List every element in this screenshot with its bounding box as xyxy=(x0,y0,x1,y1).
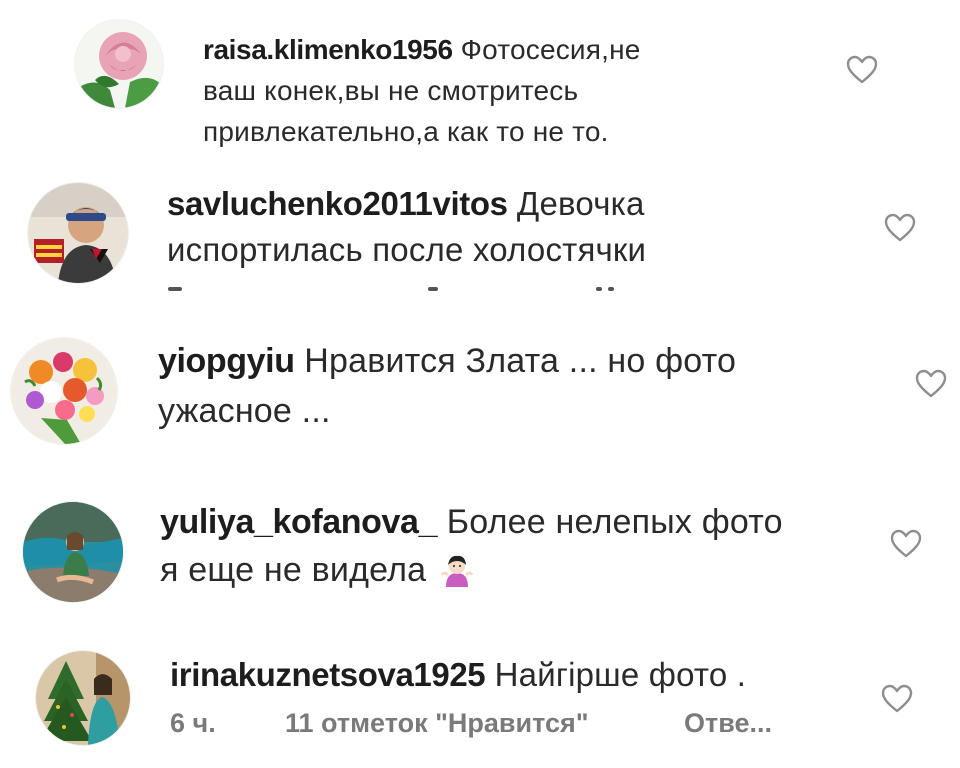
comment-body: Более нелепых фото xyxy=(446,503,783,541)
comment-body: Найгірше фото . xyxy=(494,656,747,693)
like-heart-icon[interactable] xyxy=(881,684,913,714)
comment-text: yiopgyiu Нравится Злата ... но фото ужас… xyxy=(158,336,858,436)
avatar[interactable] xyxy=(28,183,128,283)
like-heart-icon[interactable] xyxy=(890,529,922,559)
avatar[interactable] xyxy=(23,502,123,602)
comment-body: ваш конек,вы не смотритесь xyxy=(203,75,579,106)
like-heart-icon[interactable] xyxy=(884,213,916,243)
likes-count-link[interactable]: 11 отметок "Нравится" xyxy=(285,708,589,739)
username-link[interactable]: yuliya_kofanova_ xyxy=(160,503,437,541)
like-heart-icon[interactable] xyxy=(846,55,878,85)
avatar[interactable] xyxy=(36,651,130,745)
avatar[interactable] xyxy=(75,20,163,108)
comment-text: irinakuznetsova1925 Найгірше фото . xyxy=(170,655,870,695)
username-link[interactable]: irinakuznetsova1925 xyxy=(170,656,486,693)
comment-text: yuliya_kofanova_ Более нелепых фото я ещ… xyxy=(160,498,860,594)
reply-button[interactable]: Отве... xyxy=(684,708,772,739)
comment-body: Девочка xyxy=(516,185,645,222)
username-link[interactable]: savluchenko2011vitos xyxy=(167,185,508,222)
comment-body: привлекательно,а как то не то. xyxy=(203,116,609,147)
avatar[interactable] xyxy=(11,338,117,444)
comment-body: ужасное ... xyxy=(158,392,331,430)
comment-text: savluchenko2011vitos Девочка испортилась… xyxy=(167,181,767,273)
comment-body: Фотосесия,не xyxy=(460,34,641,65)
comment-time: 6 ч. xyxy=(170,708,216,738)
flowers-avatar-image xyxy=(11,338,117,444)
comment-body: Нравится Злата ... но фото xyxy=(304,342,737,380)
woman-beach-avatar-image xyxy=(23,502,123,602)
comment-body: испортилась после холостячки xyxy=(167,231,647,268)
username-link[interactable]: raisa.klimenko1956 xyxy=(203,34,453,65)
cropped-text-fragment xyxy=(168,287,708,295)
like-heart-icon[interactable] xyxy=(915,369,947,399)
username-link[interactable]: yiopgyiu xyxy=(158,342,295,380)
woman-shrugging-emoji-icon xyxy=(440,552,474,587)
comment-body: я еще не видела xyxy=(160,551,427,589)
woman-christmas-avatar-image xyxy=(36,651,130,745)
comment-text: raisa.klimenko1956 Фотосесия,не ваш коне… xyxy=(203,29,763,152)
man-avatar-image xyxy=(28,183,128,283)
rose-avatar-image xyxy=(75,20,163,108)
